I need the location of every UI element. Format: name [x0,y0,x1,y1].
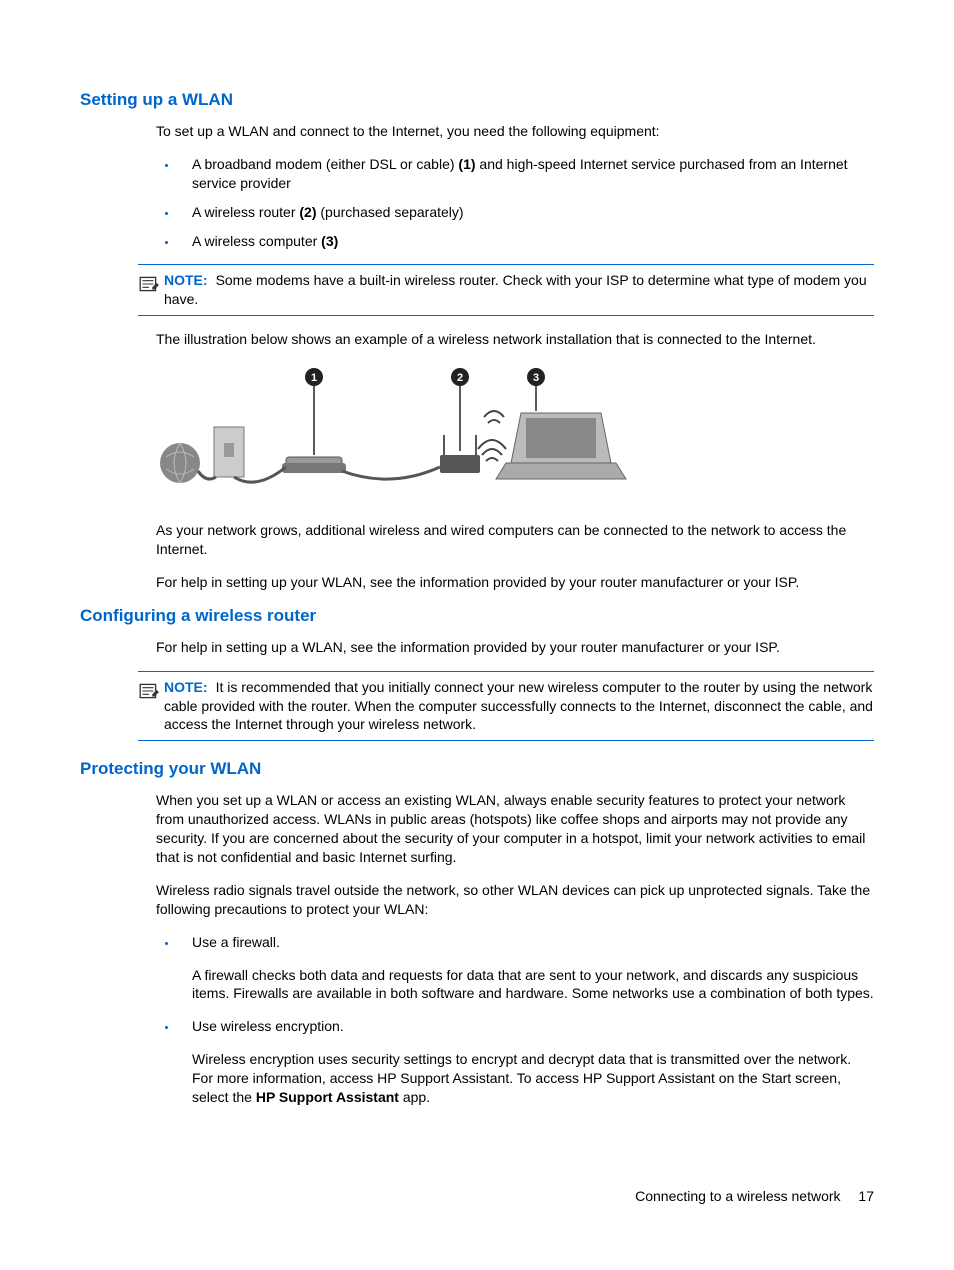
globe-icon [160,443,200,483]
list-item: Use a firewall. A firewall checks both d… [178,933,874,1004]
note-text: Some modems have a built-in wireless rou… [164,272,867,307]
paragraph: For help in setting up your WLAN, see th… [156,573,874,592]
heading-setting-up-wlan: Setting up a WLAN [80,90,874,110]
paragraph: As your network grows, additional wirele… [156,521,874,559]
callout-1: 1 [305,368,323,455]
modem-icon [282,457,346,473]
paragraph: When you set up a WLAN or access an exis… [156,791,874,867]
paragraph: A firewall checks both data and requests… [192,966,874,1004]
paragraph: The illustration below shows an example … [156,330,874,349]
note-text: It is recommended that you initially con… [164,679,873,733]
document-page: Setting up a WLAN To set up a WLAN and c… [0,0,954,1270]
heading-protecting-wlan: Protecting your WLAN [80,759,874,779]
note-icon [138,680,160,707]
wifi-signal-icon [478,411,506,461]
note-label: NOTE: [164,679,208,695]
list-item: A wireless router (2) (purchased separat… [178,203,874,222]
paragraph: For help in setting up a WLAN, see the i… [156,638,874,657]
note-callout: NOTE:Some modems have a built-in wireles… [138,264,874,316]
list-item: Use wireless encryption. Wireless encryp… [178,1017,874,1107]
paragraph: To set up a WLAN and connect to the Inte… [156,122,874,141]
heading-configuring-router: Configuring a wireless router [80,606,874,626]
paragraph: Wireless radio signals travel outside th… [156,881,874,919]
callout-2: 2 [451,368,469,451]
equipment-list: A broadband modem (either DSL or cable) … [156,155,874,251]
list-item: A broadband modem (either DSL or cable) … [178,155,874,193]
note-label: NOTE: [164,272,208,288]
list-item: A wireless computer (3) [178,232,874,251]
precautions-list: Use a firewall. A firewall checks both d… [156,933,874,1107]
note-icon [138,273,160,300]
svg-text:3: 3 [533,372,539,384]
note-callout: NOTE:It is recommended that you initiall… [138,671,874,742]
page-footer: Connecting to a wireless network 17 [635,1188,874,1204]
paragraph: Wireless encryption uses security settin… [192,1050,874,1107]
laptop-icon [496,413,626,479]
svg-text:1: 1 [311,372,317,384]
wall-jack-icon [214,427,244,477]
page-number: 17 [858,1188,874,1204]
svg-text:2: 2 [457,372,463,384]
footer-title: Connecting to a wireless network [635,1188,840,1204]
network-diagram-illustration: 1 2 3 [156,363,656,503]
callout-3: 3 [527,368,545,411]
